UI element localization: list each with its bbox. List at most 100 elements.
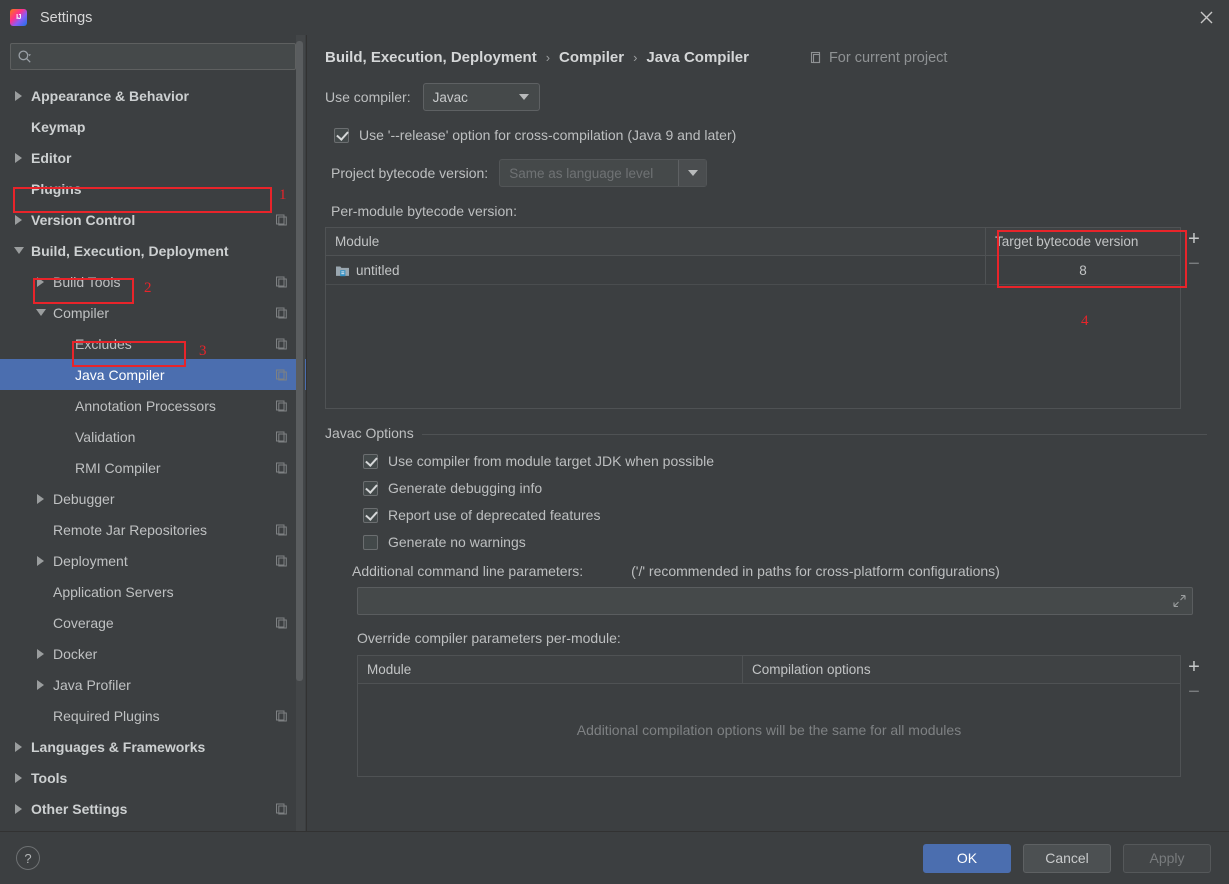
javac-option-row[interactable]: Use compiler from module target JDK when…: [363, 453, 1207, 469]
ok-button[interactable]: OK: [923, 844, 1011, 873]
search-icon: [17, 49, 33, 65]
chevron-right-icon[interactable]: [13, 740, 26, 753]
sidebar-item-java-profiler[interactable]: Java Profiler: [0, 669, 306, 700]
javac-option-row[interactable]: Generate no warnings: [363, 534, 1207, 550]
use-compiler-select[interactable]: Javac: [423, 83, 540, 111]
add-override-button[interactable]: +: [1188, 660, 1200, 674]
settings-tree[interactable]: Appearance & BehaviorKeymapEditorPlugins…: [0, 78, 306, 831]
breadcrumb-item-2[interactable]: Java Compiler: [646, 49, 749, 66]
sidebar-scrollbar-thumb[interactable]: [296, 41, 303, 681]
sidebar-item-rmi-compiler[interactable]: RMI Compiler: [0, 452, 306, 483]
chevron-down-icon[interactable]: [13, 244, 26, 257]
project-bytecode-dropdown-button[interactable]: [678, 160, 706, 186]
javac-option-checkbox[interactable]: [363, 535, 378, 550]
sidebar-item-keymap[interactable]: Keymap: [0, 111, 306, 142]
breadcrumb-item-1[interactable]: Compiler: [559, 49, 624, 66]
override-table-buttons: + −: [1181, 655, 1207, 699]
sidebar-item-validation[interactable]: Validation: [0, 421, 306, 452]
javac-option-checkbox[interactable]: [363, 454, 378, 469]
sidebar-item-remote-jar-repositories[interactable]: Remote Jar Repositories: [0, 514, 306, 545]
release-option-row[interactable]: Use '--release' option for cross-compila…: [334, 127, 1207, 143]
sidebar-item-application-servers[interactable]: Application Servers: [0, 576, 306, 607]
chevron-right-icon[interactable]: [13, 213, 26, 226]
javac-option-label: Use compiler from module target JDK when…: [388, 453, 714, 469]
chevron-right-icon[interactable]: [35, 554, 48, 567]
per-module-table-header: Module Target bytecode version: [326, 228, 1180, 256]
chevron-right-icon[interactable]: [13, 771, 26, 784]
additional-params-hint: ('/' recommended in paths for cross-plat…: [631, 563, 1000, 579]
breadcrumb-item-0[interactable]: Build, Execution, Deployment: [325, 49, 537, 66]
add-module-button[interactable]: +: [1188, 232, 1200, 246]
remove-module-button[interactable]: −: [1188, 257, 1200, 271]
tree-indent-spacer: [13, 120, 26, 133]
sidebar-item-compiler[interactable]: Compiler: [0, 297, 306, 328]
search-input[interactable]: [33, 48, 289, 65]
javac-option-row[interactable]: Report use of deprecated features: [363, 507, 1207, 523]
help-button[interactable]: ?: [16, 846, 40, 870]
sidebar-item-tools[interactable]: Tools: [0, 762, 306, 793]
chevron-right-icon[interactable]: [35, 647, 48, 660]
project-scope-icon: [275, 554, 288, 567]
annotation-number-1: 1: [279, 187, 287, 204]
sidebar-item-build-tools[interactable]: Build Tools: [0, 266, 306, 297]
sidebar-item-label: Annotation Processors: [75, 398, 216, 414]
sidebar-item-appearance-behavior[interactable]: Appearance & Behavior: [0, 80, 306, 111]
sidebar-item-annotation-processors[interactable]: Annotation Processors: [0, 390, 306, 421]
release-option-checkbox[interactable]: [334, 128, 349, 143]
override-table[interactable]: Module Compilation options Additional co…: [357, 655, 1181, 777]
sidebar-item-editor[interactable]: Editor: [0, 142, 306, 173]
sidebar-item-version-control[interactable]: Version Control: [0, 204, 306, 235]
chevron-right-icon[interactable]: [35, 678, 48, 691]
tree-indent-spacer: [57, 399, 70, 412]
javac-option-checkbox[interactable]: [363, 508, 378, 523]
sidebar-item-required-plugins[interactable]: Required Plugins: [0, 700, 306, 731]
tree-indent-spacer: [57, 430, 70, 443]
sidebar-item-coverage[interactable]: Coverage: [0, 607, 306, 638]
chevron-down-icon[interactable]: [35, 306, 48, 319]
chevron-right-icon[interactable]: [13, 89, 26, 102]
sidebar-item-other-settings[interactable]: Other Settings: [0, 793, 306, 824]
breadcrumb: Build, Execution, Deployment › Compiler …: [325, 35, 1207, 66]
chevron-right-icon[interactable]: [35, 275, 48, 288]
project-bytecode-row: Project bytecode version: Same as langua…: [331, 159, 1207, 187]
column-header-module[interactable]: Module: [326, 228, 986, 255]
dialog-body: Appearance & BehaviorKeymapEditorPlugins…: [0, 35, 1229, 831]
annotation-number-2: 2: [144, 280, 152, 297]
tree-indent-spacer: [35, 616, 48, 629]
project-bytecode-select[interactable]: Same as language level: [499, 159, 707, 187]
sidebar-item-excludes[interactable]: Excludes: [0, 328, 306, 359]
remove-override-button[interactable]: −: [1188, 685, 1200, 699]
override-table-empty-text: Additional compilation options will be t…: [577, 722, 961, 738]
column-header-compilation-options[interactable]: Compilation options: [743, 656, 1180, 683]
sidebar-item-label: Required Plugins: [53, 708, 160, 724]
chevron-right-icon[interactable]: [35, 492, 48, 505]
apply-button[interactable]: Apply: [1123, 844, 1211, 873]
sidebar-item-plugins[interactable]: Plugins: [0, 173, 306, 204]
per-module-table[interactable]: Module Target bytecode version: [325, 227, 1181, 409]
cancel-button[interactable]: Cancel: [1023, 844, 1111, 873]
additional-params-input[interactable]: [357, 587, 1193, 615]
sidebar-item-java-compiler[interactable]: Java Compiler: [0, 359, 306, 390]
sidebar-item-build-execution-deployment[interactable]: Build, Execution, Deployment: [0, 235, 306, 266]
expand-icon[interactable]: [1173, 595, 1186, 608]
sidebar-item-deployment[interactable]: Deployment: [0, 545, 306, 576]
javac-checkbox-list: Use compiler from module target JDK when…: [325, 453, 1207, 550]
use-compiler-row: Use compiler: Javac: [325, 83, 1207, 111]
chevron-right-icon[interactable]: [13, 802, 26, 815]
table-row[interactable]: untitled 8: [326, 256, 1180, 285]
close-icon[interactable]: [1183, 0, 1229, 35]
chevron-right-icon[interactable]: [13, 151, 26, 164]
sidebar-item-docker[interactable]: Docker: [0, 638, 306, 669]
javac-option-row[interactable]: Generate debugging info: [363, 480, 1207, 496]
javac-option-checkbox[interactable]: [363, 481, 378, 496]
cell-target-bytecode-version[interactable]: 8: [986, 256, 1180, 284]
sidebar-item-label: Java Compiler: [75, 367, 164, 383]
sidebar-item-label: Deployment: [53, 553, 128, 569]
search-box[interactable]: [10, 43, 296, 70]
column-header-module[interactable]: Module: [358, 656, 743, 683]
project-scope-icon: [275, 275, 288, 288]
sidebar-item-debugger[interactable]: Debugger: [0, 483, 306, 514]
column-header-target-bytecode-version[interactable]: Target bytecode version: [986, 228, 1180, 255]
sidebar-scrollbar-track[interactable]: [296, 35, 305, 831]
sidebar-item-languages-frameworks[interactable]: Languages & Frameworks: [0, 731, 306, 762]
